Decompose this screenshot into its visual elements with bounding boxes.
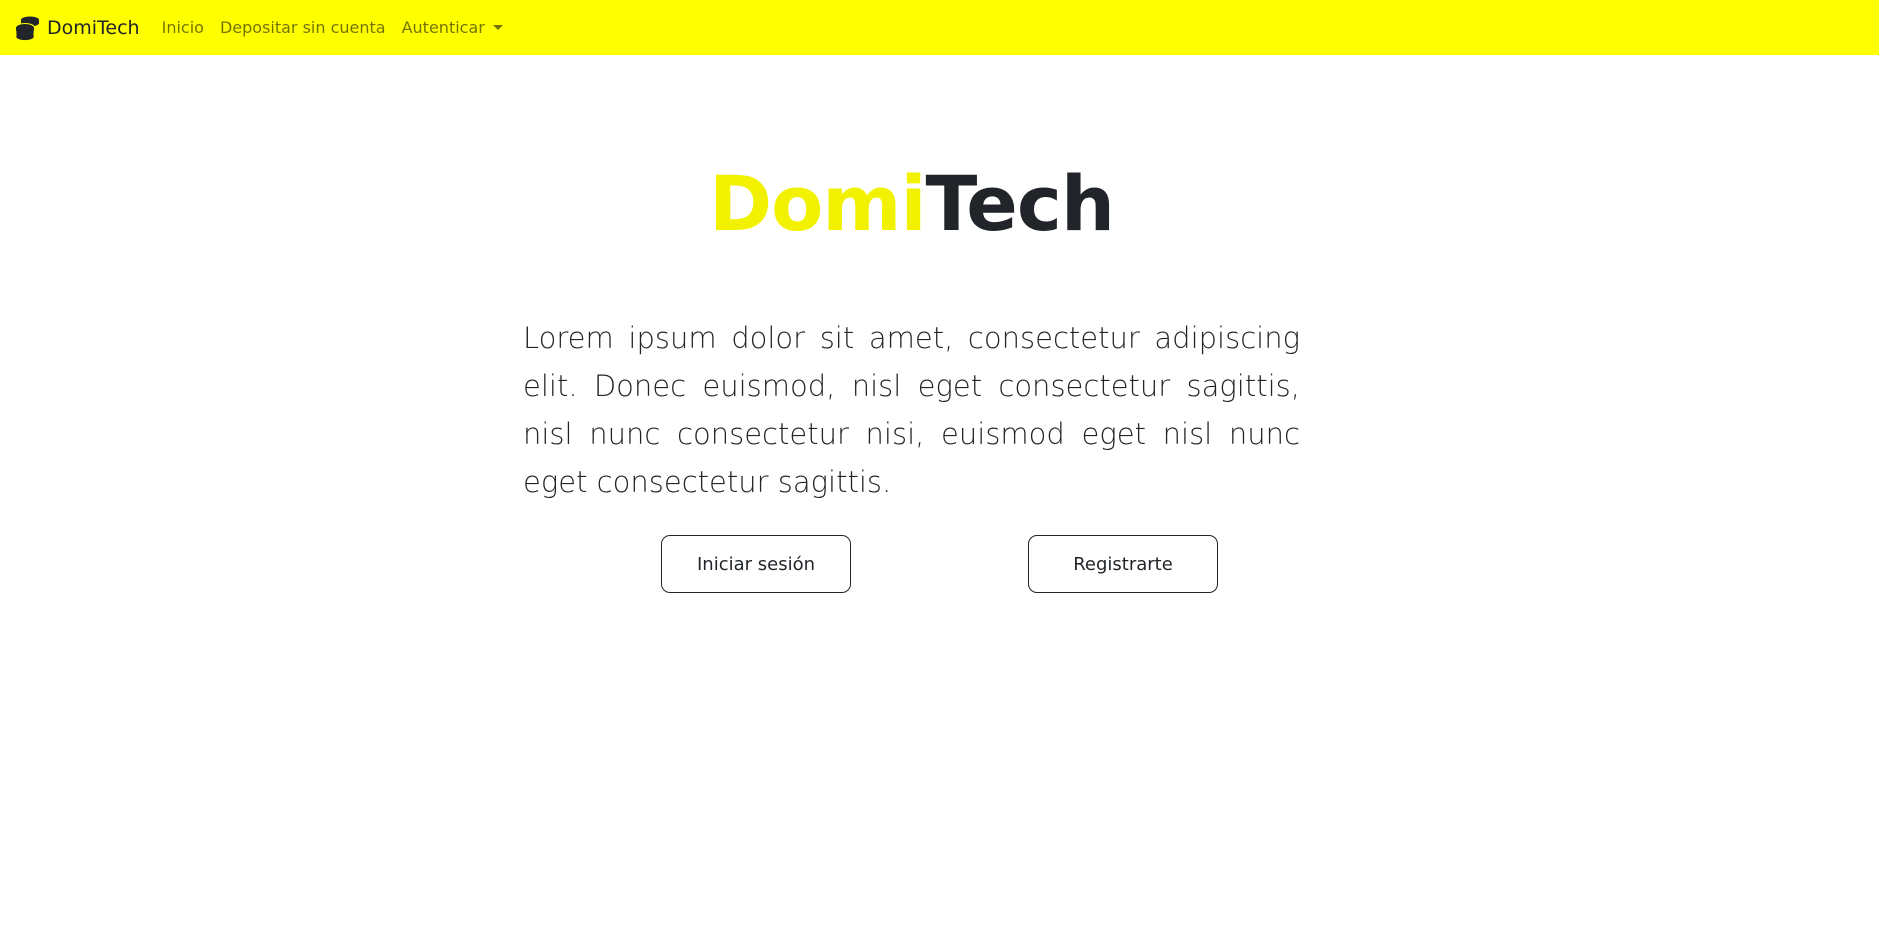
- register-button[interactable]: Registrarte: [1028, 535, 1218, 593]
- hero-paragraph: Lorem ipsum dolor sit amet, consectetur …: [523, 321, 1300, 499]
- nav-link-depositar-sin-cuenta[interactable]: Depositar sin cuenta: [212, 18, 394, 37]
- coins-icon: [15, 15, 41, 41]
- brand-label: DomiTech: [47, 16, 140, 39]
- brand-link[interactable]: DomiTech: [15, 15, 140, 41]
- hero-title-domi: Domi: [709, 159, 927, 248]
- caret-down-icon: [492, 25, 503, 30]
- nav-dropdown-label: Autenticar: [401, 18, 485, 37]
- nav-link-inicio[interactable]: Inicio: [154, 18, 212, 37]
- hero-title-tech: Tech: [925, 159, 1115, 248]
- top-navbar: DomiTech Inicio Depositar sin cuenta Aut…: [0, 0, 1879, 55]
- nav-dropdown-autenticar[interactable]: Autenticar: [394, 18, 511, 37]
- hero-title: DomiTech: [0, 158, 1823, 250]
- login-button[interactable]: Iniciar sesión: [661, 535, 851, 593]
